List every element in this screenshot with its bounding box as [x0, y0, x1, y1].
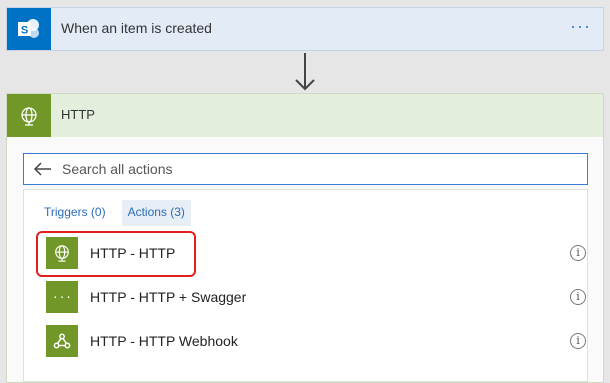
- action-item-http-swagger[interactable]: {···} HTTP - HTTP + Swagger i: [46, 281, 586, 317]
- info-icon[interactable]: i: [570, 245, 586, 261]
- search-box[interactable]: [23, 153, 588, 185]
- globe-icon: [46, 237, 78, 269]
- http-card-title: HTTP: [61, 107, 95, 122]
- info-icon[interactable]: i: [570, 333, 586, 349]
- info-icon[interactable]: i: [570, 289, 586, 305]
- svg-text:{···}: {···}: [52, 291, 72, 304]
- tab-triggers[interactable]: Triggers (0): [38, 200, 112, 226]
- search-input[interactable]: [62, 159, 562, 179]
- trigger-title: When an item is created: [61, 20, 212, 36]
- action-picker: Triggers (0) Actions (3) HTTP - HTTP i: [7, 137, 603, 382]
- svg-text:S: S: [21, 25, 28, 37]
- action-item-http-webhook[interactable]: HTTP - HTTP Webhook i: [46, 325, 586, 361]
- action-item-http[interactable]: HTTP - HTTP i: [46, 237, 586, 273]
- down-arrow-icon: [295, 53, 315, 91]
- tab-actions[interactable]: Actions (3): [121, 200, 191, 226]
- globe-icon: [7, 94, 51, 137]
- action-label[interactable]: HTTP - HTTP Webhook: [90, 333, 238, 349]
- result-tabs: Triggers (0) Actions (3): [38, 200, 191, 226]
- webhook-icon: [46, 325, 78, 357]
- action-label[interactable]: HTTP - HTTP + Swagger: [90, 289, 246, 305]
- http-action-card: HTTP Triggers (0) Actions (3): [6, 93, 604, 383]
- sharepoint-icon: S: [7, 8, 51, 50]
- http-card-header[interactable]: HTTP: [7, 94, 603, 137]
- action-label[interactable]: HTTP - HTTP: [90, 245, 175, 261]
- trigger-card[interactable]: S When an item is created ···: [6, 7, 604, 51]
- swagger-icon: {···}: [46, 281, 78, 313]
- more-options-button[interactable]: ···: [570, 16, 591, 37]
- back-arrow-icon[interactable]: [32, 160, 52, 178]
- results-panel: Triggers (0) Actions (3) HTTP - HTTP i ·…: [23, 189, 588, 382]
